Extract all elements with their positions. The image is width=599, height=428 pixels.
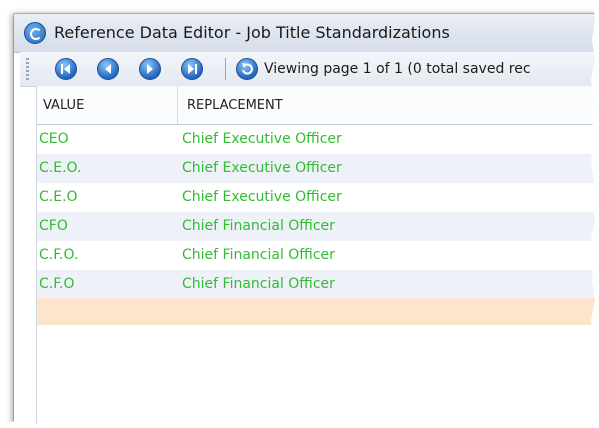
app-icon: [24, 22, 46, 44]
column-header-value[interactable]: VALUE: [43, 98, 84, 113]
table-row[interactable]: CEO Chief Executive Officer: [37, 125, 599, 154]
next-page-button[interactable]: [139, 58, 161, 80]
column-header-replacement[interactable]: REPLACEMENT: [187, 98, 283, 113]
table-row[interactable]: C.E.O. Chief Executive Officer: [37, 154, 599, 183]
toolbar-separator: [225, 58, 226, 80]
table-row[interactable]: C.E.O Chief Executive Officer: [37, 183, 599, 212]
window-title: Reference Data Editor - Job Title Standa…: [54, 23, 450, 42]
last-page-button[interactable]: [181, 58, 203, 80]
replacement-cell[interactable]: Chief Financial Officer: [182, 247, 335, 263]
refresh-button[interactable]: [236, 58, 258, 80]
table-row[interactable]: CFO Chief Financial Officer: [37, 212, 599, 241]
pager-toolbar: Viewing page 1 of 1 (0 total saved rec: [20, 52, 599, 87]
replacement-cell[interactable]: Chief Financial Officer: [182, 276, 335, 292]
torn-edge-bottom: [0, 420, 599, 428]
value-cell[interactable]: C.F.O: [39, 276, 75, 292]
last-page-icon: [188, 64, 197, 74]
toolbar-grip[interactable]: [26, 58, 29, 80]
grid-header: VALUE REPLACEMENT: [37, 86, 599, 125]
data-grid: VALUE REPLACEMENT CEO Chief Executive Of…: [36, 86, 599, 428]
replacement-cell[interactable]: Chief Executive Officer: [182, 160, 342, 176]
first-page-button[interactable]: [55, 58, 77, 80]
first-page-icon: [61, 64, 70, 74]
value-cell[interactable]: C.E.O.: [39, 160, 81, 176]
table-row[interactable]: C.F.O. Chief Financial Officer: [37, 241, 599, 270]
new-row-placeholder[interactable]: [37, 298, 599, 325]
previous-page-icon: [105, 64, 111, 74]
previous-page-button[interactable]: [97, 58, 119, 80]
torn-edge-right: [591, 0, 599, 428]
title-bar: Reference Data Editor - Job Title Standa…: [14, 14, 599, 53]
value-cell[interactable]: CEO: [39, 131, 69, 147]
refresh-icon: [242, 63, 253, 75]
next-page-icon: [147, 64, 153, 74]
value-cell[interactable]: CFO: [39, 218, 68, 234]
reference-data-editor-window: Reference Data Editor - Job Title Standa…: [14, 14, 599, 428]
value-cell[interactable]: C.F.O.: [39, 247, 78, 263]
replacement-cell[interactable]: Chief Financial Officer: [182, 218, 335, 234]
replacement-cell[interactable]: Chief Executive Officer: [182, 131, 342, 147]
value-cell[interactable]: C.E.O: [39, 189, 78, 205]
column-divider[interactable]: [177, 86, 178, 124]
replacement-cell[interactable]: Chief Executive Officer: [182, 189, 342, 205]
table-row[interactable]: C.F.O Chief Financial Officer: [37, 270, 599, 299]
paging-status-text: Viewing page 1 of 1 (0 total saved rec: [264, 61, 531, 77]
